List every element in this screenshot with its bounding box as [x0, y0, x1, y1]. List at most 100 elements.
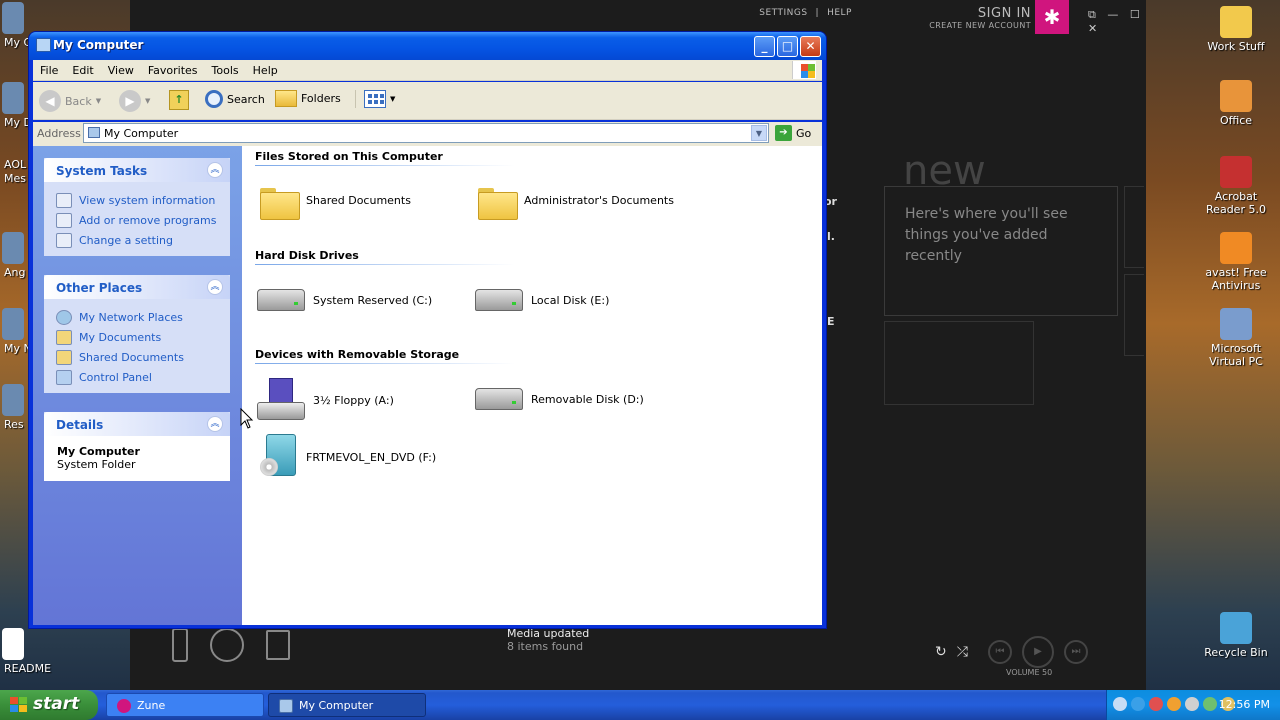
folders-button[interactable]: Folders — [275, 90, 341, 107]
desktop-app-icon — [2, 2, 24, 34]
section-divider — [255, 363, 515, 364]
task-add-remove-programs[interactable]: Add or remove programs — [56, 210, 230, 230]
title-bar[interactable]: My Computer _ □ ✕ — [29, 32, 826, 60]
item-removable-d[interactable]: Removable Disk (D:) — [475, 388, 644, 410]
folder-icon — [260, 184, 300, 220]
zune-edge-text-3: E — [827, 315, 835, 328]
zune-help-link[interactable]: HELP — [827, 8, 852, 18]
place-shared-documents[interactable]: Shared Documents — [56, 347, 230, 367]
desktop-icon-label: Office — [1219, 114, 1253, 127]
item-floppy-a[interactable]: 3½ Floppy (A:) — [257, 378, 394, 422]
zune-play-icon[interactable]: ▶ — [1021, 636, 1054, 668]
zune-next-icon[interactable]: ⏭ — [1063, 640, 1088, 664]
desktop-icon[interactable]: README — [0, 628, 51, 675]
address-dropdown-icon[interactable]: ▼ — [751, 125, 767, 141]
tray-security-icon[interactable] — [1149, 697, 1163, 711]
zune-edge-text-2: l. — [827, 230, 835, 243]
desktop-icon[interactable]: avast! Free Antivirus — [1199, 232, 1273, 292]
zune-window-controls[interactable]: ⧉ — ☐ ✕ — [1088, 8, 1146, 35]
computer-icon — [36, 38, 51, 52]
item-shared-documents[interactable]: Shared Documents — [260, 184, 411, 220]
desktop-icon-label: My C — [4, 36, 32, 49]
item-administrators-documents[interactable]: Administrator's Documents — [478, 184, 674, 220]
item-label: Shared Documents — [306, 193, 411, 207]
details-header[interactable]: Details ︽ — [44, 412, 230, 436]
forward-dropdown-icon[interactable]: ▼ — [145, 97, 150, 105]
place-control-panel[interactable]: Control Panel — [56, 367, 230, 387]
system-tasks-header[interactable]: System Tasks ︽ — [44, 158, 230, 182]
views-button[interactable]: ▼ — [355, 90, 395, 108]
search-button[interactable]: Search — [205, 90, 265, 108]
item-dvd-f[interactable]: FRTMEVOL_EN_DVD (F:) — [260, 434, 436, 480]
tray-network-icon[interactable] — [1131, 697, 1145, 711]
start-button[interactable]: start — [0, 690, 98, 720]
zune-tile-edge-2 — [1124, 274, 1144, 356]
details-type: System Folder — [57, 458, 136, 471]
desktop-icon-label: avast! Free Antivirus — [1205, 266, 1267, 292]
taskbar-item-my-computer[interactable]: My Computer — [268, 693, 426, 717]
desktop-icon[interactable]: Microsoft Virtual PC — [1199, 308, 1273, 368]
item-label: Removable Disk (D:) — [531, 392, 644, 406]
task-change-setting[interactable]: Change a setting — [56, 230, 230, 250]
close-button[interactable]: ✕ — [800, 36, 821, 57]
item-drive-e[interactable]: Local Disk (E:) — [475, 289, 609, 311]
item-label: Administrator's Documents — [524, 193, 674, 207]
section-removable-storage: Devices with Removable Storage — [255, 348, 460, 361]
tray-update-icon[interactable] — [1203, 697, 1217, 711]
hard-drive-icon — [475, 289, 523, 311]
menu-file[interactable]: File — [33, 60, 65, 77]
up-button[interactable]: ↑ — [169, 90, 189, 110]
desktop-icon[interactable]: Recycle Bin — [1199, 612, 1273, 659]
place-my-documents[interactable]: My Documents — [56, 327, 230, 347]
desktop-icon-label: Acrobat Reader 5.0 — [1206, 190, 1266, 216]
zune-repeat-icon[interactable]: ↻ — [935, 644, 947, 660]
zune-settings-link[interactable]: SETTINGS — [759, 8, 807, 18]
zune-shuffle-icon[interactable]: ⤮ — [957, 644, 968, 660]
mouse-cursor-icon — [240, 408, 254, 429]
item-drive-c[interactable]: System Reserved (C:) — [257, 289, 432, 311]
desktop-icon-label: README — [4, 662, 52, 675]
forward-button[interactable]: ▶ ▼ — [119, 90, 150, 112]
other-places-header[interactable]: Other Places ︽ — [44, 275, 230, 299]
menu-tools[interactable]: Tools — [205, 60, 246, 77]
place-network[interactable]: My Network Places — [56, 307, 230, 327]
desktop-icon-label: My D — [4, 116, 32, 129]
tray-avast-icon[interactable] — [1167, 697, 1181, 711]
zune-disc-icon[interactable] — [210, 628, 244, 662]
task-view-system-info[interactable]: View system information — [56, 190, 230, 210]
menu-help[interactable]: Help — [246, 60, 285, 77]
collapse-chevron-icon[interactable]: ︽ — [207, 162, 223, 178]
address-label: Address — [37, 127, 81, 140]
desktop-icon[interactable]: Acrobat Reader 5.0 — [1199, 156, 1273, 216]
zune-previous-icon[interactable]: ⏮ — [987, 640, 1012, 664]
tray-mail-icon[interactable] — [1185, 697, 1199, 711]
desktop-app-icon — [1220, 612, 1252, 644]
desktop-icon[interactable]: Work Stuff — [1199, 6, 1273, 53]
taskbar-item-zune[interactable]: Zune — [106, 693, 264, 717]
desktop-icon[interactable]: Office — [1199, 80, 1273, 127]
zune-volume-label[interactable]: VOLUME 50 — [1006, 668, 1052, 677]
menu-favorites[interactable]: Favorites — [141, 60, 205, 77]
collapse-chevron-icon[interactable]: ︽ — [207, 416, 223, 432]
minimize-button[interactable]: _ — [754, 36, 775, 57]
menu-edit[interactable]: Edit — [65, 60, 100, 77]
address-input[interactable]: My Computer ▼ — [83, 123, 769, 143]
clock[interactable]: 12:56 PM — [1219, 698, 1270, 711]
zune-status-sub: 8 items found — [507, 640, 584, 653]
collapse-chevron-icon[interactable]: ︽ — [207, 279, 223, 295]
zune-signin[interactable]: SIGN IN CREATE NEW ACCOUNT — [927, 6, 1031, 30]
menu-view[interactable]: View — [101, 60, 141, 77]
zune-document-icon[interactable] — [266, 630, 290, 660]
start-label: start — [33, 694, 80, 714]
zune-create-account[interactable]: CREATE NEW ACCOUNT — [927, 21, 1031, 30]
folders-icon — [275, 90, 297, 107]
back-button[interactable]: ◀ Back ▼ — [39, 90, 101, 112]
go-button[interactable]: ➔ Go — [775, 125, 811, 141]
details-name: My Computer — [57, 445, 140, 458]
maximize-button[interactable]: □ — [777, 36, 798, 57]
back-dropdown-icon[interactable]: ▼ — [96, 97, 101, 105]
tray-tool-icon[interactable] — [1113, 697, 1127, 711]
item-label: Local Disk (E:) — [531, 293, 610, 307]
zune-signin-label[interactable]: SIGN IN — [927, 6, 1031, 21]
zune-device-icon[interactable] — [172, 628, 188, 662]
